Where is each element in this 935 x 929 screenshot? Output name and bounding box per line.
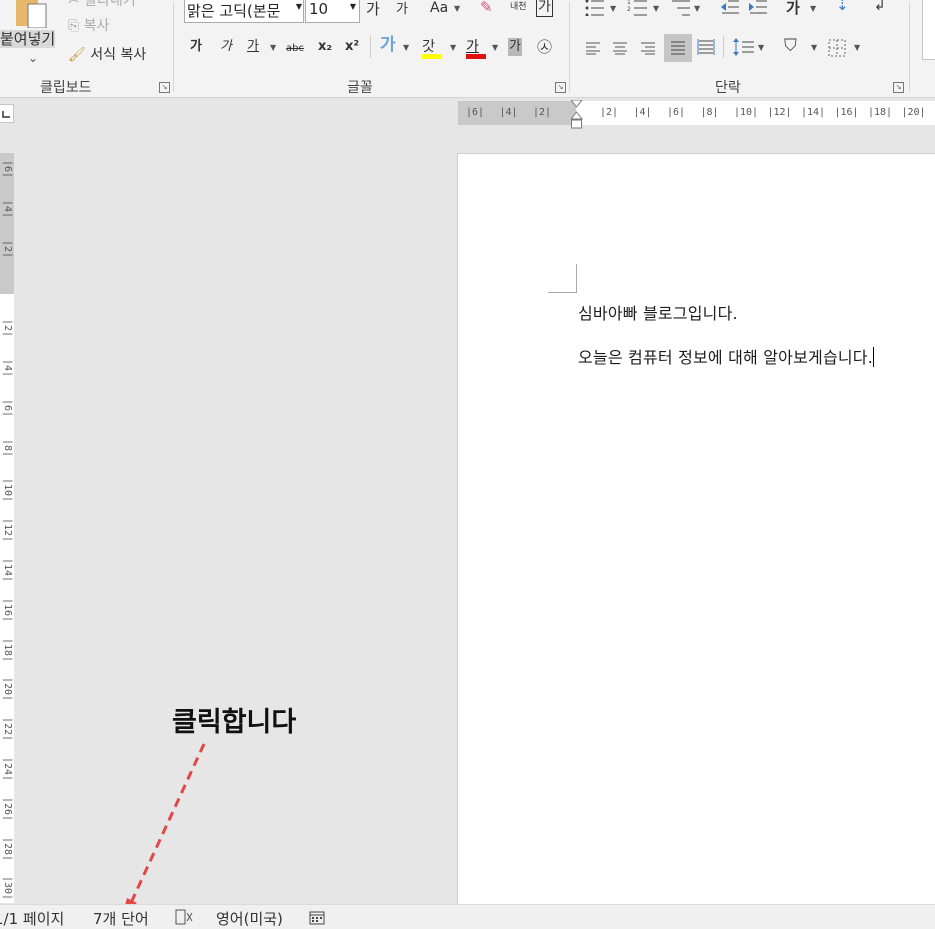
status-bar: 1/1 페이지 7개 단어 영어(미국) xyxy=(0,904,935,929)
word-count-status[interactable]: 7개 단어 xyxy=(93,908,149,929)
page-count-status[interactable]: 1/1 페이지 xyxy=(0,908,64,929)
proofing-icon[interactable] xyxy=(175,909,193,929)
macro-record-icon[interactable] xyxy=(309,910,325,929)
annotation-arrow xyxy=(122,743,206,916)
language-status[interactable]: 영어(미국) xyxy=(216,908,283,929)
